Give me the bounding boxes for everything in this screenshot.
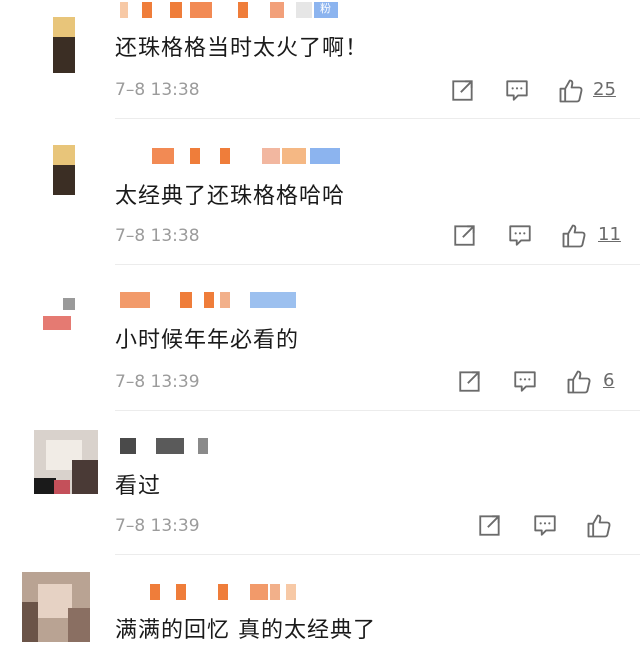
comment-text: 太经典了还珠格格哈哈: [115, 184, 346, 209]
comment-icon[interactable]: [532, 512, 558, 538]
comment-text: 看过: [115, 474, 162, 499]
username[interactable]: [120, 292, 300, 308]
comment-time: 7–8 13:38: [115, 80, 200, 100]
thumbs-up-icon[interactable]: [560, 222, 588, 250]
username[interactable]: [150, 584, 320, 600]
avatar[interactable]: [35, 12, 103, 84]
comment-actions: 25: [445, 77, 625, 107]
avatar[interactable]: [32, 430, 100, 502]
comment-time: 7–8 13:39: [115, 372, 200, 392]
share-icon[interactable]: [452, 222, 478, 248]
comment-icon[interactable]: [512, 368, 538, 394]
username[interactable]: [120, 2, 340, 18]
like-count[interactable]: 6: [603, 370, 614, 391]
share-icon[interactable]: [477, 512, 503, 538]
divider: [115, 264, 640, 265]
comment-text: 小时候年年必看的: [115, 328, 300, 353]
comment-text: 还珠格格当时太火了啊！: [115, 36, 369, 61]
comment-actions: 11: [450, 222, 630, 252]
comment-actions: [475, 512, 635, 542]
thumbs-up-icon[interactable]: [557, 77, 585, 105]
username[interactable]: [120, 438, 220, 454]
username[interactable]: [152, 148, 352, 164]
thumbs-up-icon[interactable]: [585, 512, 613, 540]
divider: [115, 118, 640, 119]
comment-text: 满满的回忆 真的太经典了: [115, 618, 376, 643]
divider: [115, 554, 640, 555]
avatar[interactable]: [35, 140, 103, 212]
fans-badge-label: 粉: [320, 2, 331, 15]
avatar[interactable]: [35, 288, 103, 360]
share-icon[interactable]: [457, 368, 483, 394]
like-count[interactable]: 11: [598, 224, 621, 245]
divider: [115, 410, 640, 411]
share-icon[interactable]: [450, 77, 476, 103]
like-count[interactable]: 25: [593, 79, 616, 100]
comment-icon[interactable]: [507, 222, 533, 248]
thumbs-up-icon[interactable]: [565, 368, 593, 396]
comment-actions: 6: [455, 368, 635, 398]
comment-time: 7–8 13:39: [115, 516, 200, 536]
comment-icon[interactable]: [504, 77, 530, 103]
comment-time: 7–8 13:38: [115, 226, 200, 246]
avatar[interactable]: [22, 572, 90, 644]
